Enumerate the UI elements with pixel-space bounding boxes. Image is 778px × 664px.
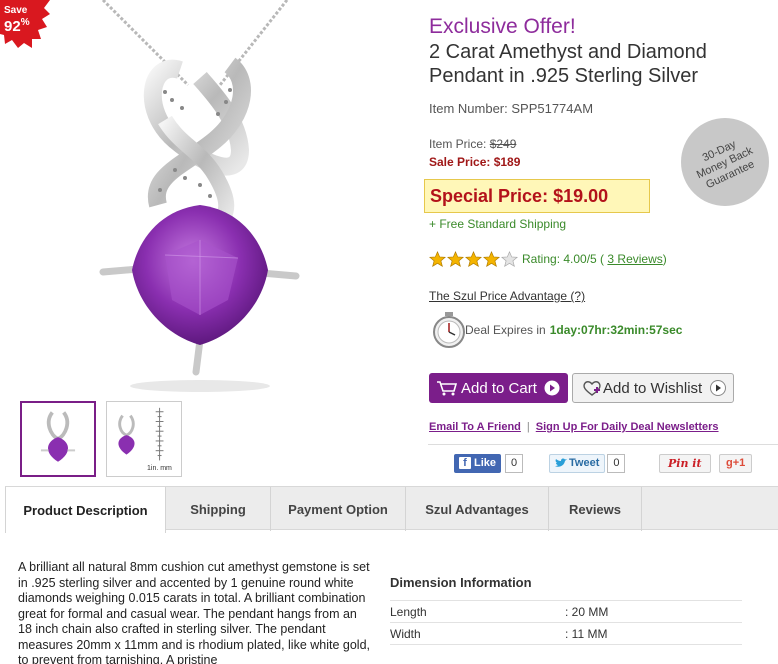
dimension-value: : 20 MM <box>565 604 609 619</box>
product-title: 2 Carat Amethyst and Diamond Pendant in … <box>429 41 707 87</box>
dimension-key: Width <box>390 626 421 641</box>
rating-row: Rating: 4.00/5 ( 3 Reviews) <box>429 250 667 268</box>
arrow-circle-icon <box>544 380 560 396</box>
save-label: Save <box>4 5 28 16</box>
tab-shipping[interactable]: Shipping <box>166 487 271 531</box>
rating-close: ) <box>662 252 667 266</box>
item-price: Item Price: $249 <box>429 137 516 151</box>
like-label: Like <box>474 457 497 469</box>
special-price: Special Price: $19.00 <box>424 179 650 213</box>
dimension-value: : 11 MM <box>565 626 608 641</box>
twitter-bird-icon <box>555 458 567 467</box>
deal-countdown: Deal Expires in 1day:07hr:32min:57sec <box>432 310 682 350</box>
szul-price-advantage-link[interactable]: The Szul Price Advantage (?) <box>429 289 585 303</box>
star-full-icon <box>429 250 446 267</box>
money-back-guarantee-badge: 30-Day Money Back Guarantee <box>681 118 769 206</box>
dimension-info-heading: Dimension Information <box>390 575 532 590</box>
dimension-row: Width : 11 MM <box>390 622 742 644</box>
tweet-label: Tweet <box>569 457 600 469</box>
email-friend-link[interactable]: Email To A Friend <box>429 421 521 433</box>
save-percent-value: 92 <box>4 18 21 35</box>
newsletter-signup-link[interactable]: Sign Up For Daily Deal Newsletters <box>536 421 719 433</box>
facebook-like-button[interactable]: f Like <box>454 453 502 473</box>
facebook-icon: f <box>459 457 471 469</box>
rating-label: Rating: 4.00/5 ( <box>522 252 605 266</box>
add-to-cart-label: Add to Cart <box>461 379 537 397</box>
percent-sign: % <box>20 17 30 28</box>
pin-it-button[interactable]: Pin it <box>659 453 711 473</box>
pinterest-widget: Pin it <box>659 452 711 474</box>
product-main-image[interactable]: Save 92% <box>0 0 400 398</box>
save-percent: 92% <box>4 17 30 35</box>
like-count: 0 <box>505 453 524 473</box>
tab-szul-advantages[interactable]: Szul Advantages <box>406 487 549 531</box>
add-to-wishlist-label: Add to Wishlist <box>603 379 703 397</box>
tweet-button[interactable]: Tweet <box>549 453 606 473</box>
add-to-wishlist-button[interactable]: Add to Wishlist <box>572 373 734 403</box>
thumbnail-scale-label: 1in. mm <box>147 465 172 472</box>
star-full-icon <box>465 250 482 267</box>
twitter-widget: Tweet 0 <box>549 452 626 474</box>
star-full-icon <box>447 250 464 267</box>
deal-expires-time: 1day:07hr:32min:57sec <box>549 323 683 337</box>
item-number: Item Number: SPP51774AM <box>429 101 594 116</box>
tab-product-description[interactable]: Product Description <box>5 487 166 533</box>
stopwatch-icon <box>433 312 465 348</box>
dimension-key: Length <box>390 604 427 619</box>
add-to-cart-button[interactable]: Add to Cart <box>429 373 568 403</box>
amethyst-pendant-image <box>99 0 300 392</box>
sale-price: Sale Price: $189 <box>429 155 521 169</box>
dimension-row-divider <box>390 644 742 664</box>
thumbnail-2[interactable]: 1in. mm <box>106 401 182 477</box>
product-tabs: Product Description Shipping Payment Opt… <box>5 486 778 533</box>
share-links: Email To A Friend | Sign Up For Daily De… <box>429 421 719 433</box>
google-plus-widget: g+1 <box>719 452 753 474</box>
google-plus-button[interactable]: g+1 <box>719 453 753 473</box>
facebook-like-widget: f Like 0 <box>454 452 524 474</box>
item-price-value: $249 <box>489 137 517 151</box>
save-badge: Save 92% <box>0 0 50 48</box>
tab-payment-option[interactable]: Payment Option <box>271 487 406 531</box>
divider <box>428 444 778 445</box>
rating-text: Rating: 4.00/5 ( 3 Reviews) <box>522 252 667 266</box>
dimension-row: Length : 20 MM <box>390 600 742 622</box>
star-full-icon <box>483 250 500 267</box>
cart-icon <box>437 381 458 396</box>
tab-reviews[interactable]: Reviews <box>549 487 642 531</box>
deal-expires-label: Deal Expires in <box>465 323 546 337</box>
tweet-count: 0 <box>607 453 626 473</box>
reviews-link[interactable]: 3 Reviews <box>607 252 662 266</box>
heart-plus-icon <box>583 381 601 396</box>
exclusive-offer-heading: Exclusive Offer! <box>429 15 576 38</box>
product-description-text: A brilliant all natural 8mm cushion cut … <box>18 560 371 664</box>
pendant-thumbnail-icon <box>40 411 76 462</box>
thumbnail-1[interactable] <box>20 401 96 477</box>
free-shipping-note: + Free Standard Shipping <box>429 217 567 231</box>
link-separator: | <box>526 421 530 433</box>
rating-stars <box>429 250 519 268</box>
arrow-circle-icon <box>710 380 727 396</box>
star-empty-icon <box>501 250 518 267</box>
guarantee-text: 30-Day Money Back Guarantee <box>677 127 773 200</box>
item-price-label: Item Price: <box>429 137 487 151</box>
